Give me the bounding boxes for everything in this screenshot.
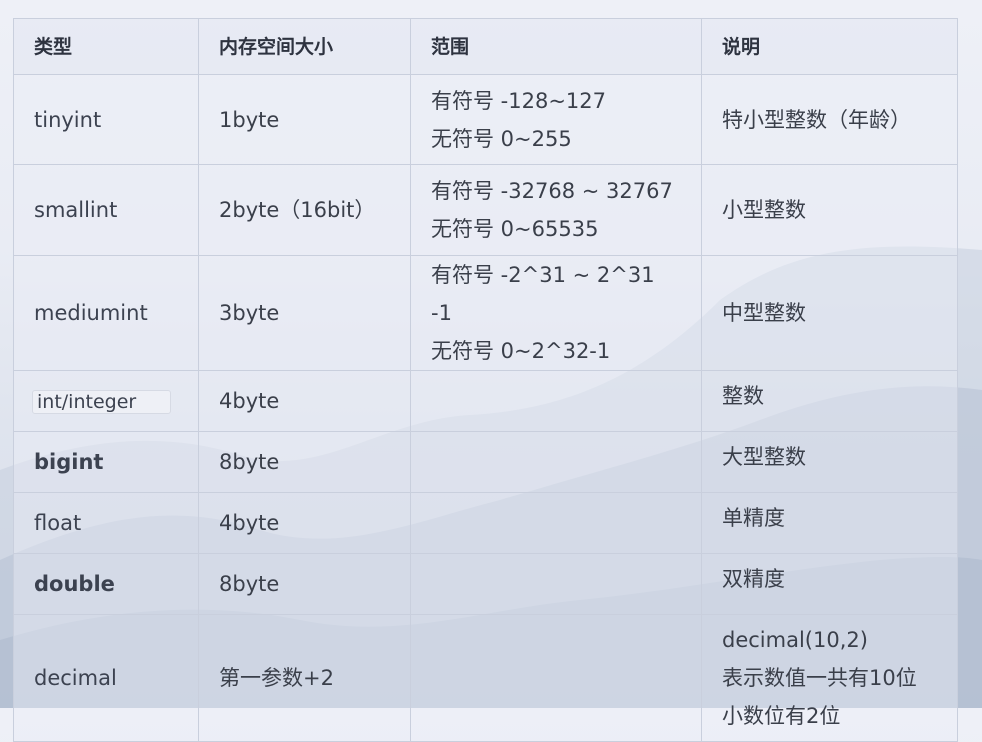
type-cell: float: [13, 492, 199, 554]
type-cell: int/integer: [13, 370, 199, 432]
description-cell: 单精度: [701, 492, 958, 554]
header-description: 说明: [701, 18, 958, 75]
range-cell: [410, 614, 702, 742]
table-row: smallint 2byte（16bit） 有符号 -32768 ~ 32767…: [13, 164, 958, 256]
size-cell: 8byte: [198, 431, 411, 493]
description-cell: 双精度: [701, 553, 958, 615]
data-types-table: 类型 内存空间大小 范围 说明 tinyint 1byte 有符号 -128~1…: [13, 18, 958, 742]
header-range: 范围: [410, 18, 702, 75]
range-unsigned: 无符号 0~2^32-1: [431, 339, 611, 363]
header-size: 内存空间大小: [198, 18, 411, 75]
table-row: bigint 8byte 大型整数: [13, 431, 958, 493]
range-cell: [410, 492, 702, 554]
description-line: 单精度: [722, 506, 785, 530]
range-cell: 有符号 -2^31 ~ 2^31 -1 无符号 0~2^32-1: [410, 255, 702, 371]
table-row: double 8byte 双精度: [13, 553, 958, 615]
size-cell: 3byte: [198, 255, 411, 371]
range-cell: 有符号 -128~127 无符号 0~255: [410, 74, 702, 165]
header-type: 类型: [13, 18, 199, 75]
range-cell: [410, 370, 702, 432]
range-signed: 有符号 -2^31 ~ 2^31 -1: [431, 263, 655, 325]
type-label-box: int/integer: [32, 390, 172, 414]
description-line: 整数: [722, 384, 764, 408]
range-cell: [410, 431, 702, 493]
description-line: 中型整数: [722, 301, 806, 325]
size-cell: 4byte: [198, 492, 411, 554]
description-cell: 小型整数: [701, 164, 958, 256]
description-line: 小数位有2位: [722, 704, 841, 728]
range-signed: 有符号 -32768 ~ 32767: [431, 179, 673, 203]
range-unsigned: 无符号 0~255: [431, 126, 572, 151]
type-cell: bigint: [13, 431, 199, 493]
type-cell: mediumint: [13, 255, 199, 371]
description-cell: 整数: [701, 370, 958, 432]
range-cell: 有符号 -32768 ~ 32767 无符号 0~65535: [410, 164, 702, 256]
description-line: 特小型整数（年龄）: [722, 107, 911, 132]
range-unsigned: 无符号 0~65535: [431, 217, 599, 241]
table-row: mediumint 3byte 有符号 -2^31 ~ 2^31 -1 无符号 …: [13, 255, 958, 371]
type-cell: decimal: [13, 614, 199, 742]
description-line: 大型整数: [722, 445, 806, 469]
table-row: tinyint 1byte 有符号 -128~127 无符号 0~255 特小型…: [13, 74, 958, 165]
range-signed: 有符号 -128~127: [431, 88, 607, 113]
header-row: 类型 内存空间大小 范围 说明: [13, 18, 958, 75]
size-cell: 1byte: [198, 74, 411, 165]
description-line: 小型整数: [722, 198, 806, 222]
table-row: float 4byte 单精度: [13, 492, 958, 554]
description-line: 表示数值一共有10位: [722, 666, 917, 690]
table-row: int/integer 4byte 整数: [13, 370, 958, 432]
range-cell: [410, 553, 702, 615]
type-cell: double: [13, 553, 199, 615]
description-cell: 特小型整数（年龄）: [701, 74, 958, 165]
type-cell: smallint: [13, 164, 199, 256]
description-cell: decimal(10,2) 表示数值一共有10位 小数位有2位: [701, 614, 958, 742]
data-types-table-container: 类型 内存空间大小 范围 说明 tinyint 1byte 有符号 -128~1…: [13, 18, 958, 742]
type-cell: tinyint: [13, 74, 199, 165]
size-cell: 4byte: [198, 370, 411, 432]
table-row: decimal 第一参数+2 decimal(10,2) 表示数值一共有10位 …: [13, 614, 958, 742]
description-cell: 中型整数: [701, 255, 958, 371]
size-cell: 第一参数+2: [198, 614, 411, 742]
description-line: 双精度: [722, 567, 785, 591]
size-cell: 2byte（16bit）: [198, 164, 411, 256]
description-cell: 大型整数: [701, 431, 958, 493]
size-cell: 8byte: [198, 553, 411, 615]
description-line: decimal(10,2): [722, 628, 868, 652]
